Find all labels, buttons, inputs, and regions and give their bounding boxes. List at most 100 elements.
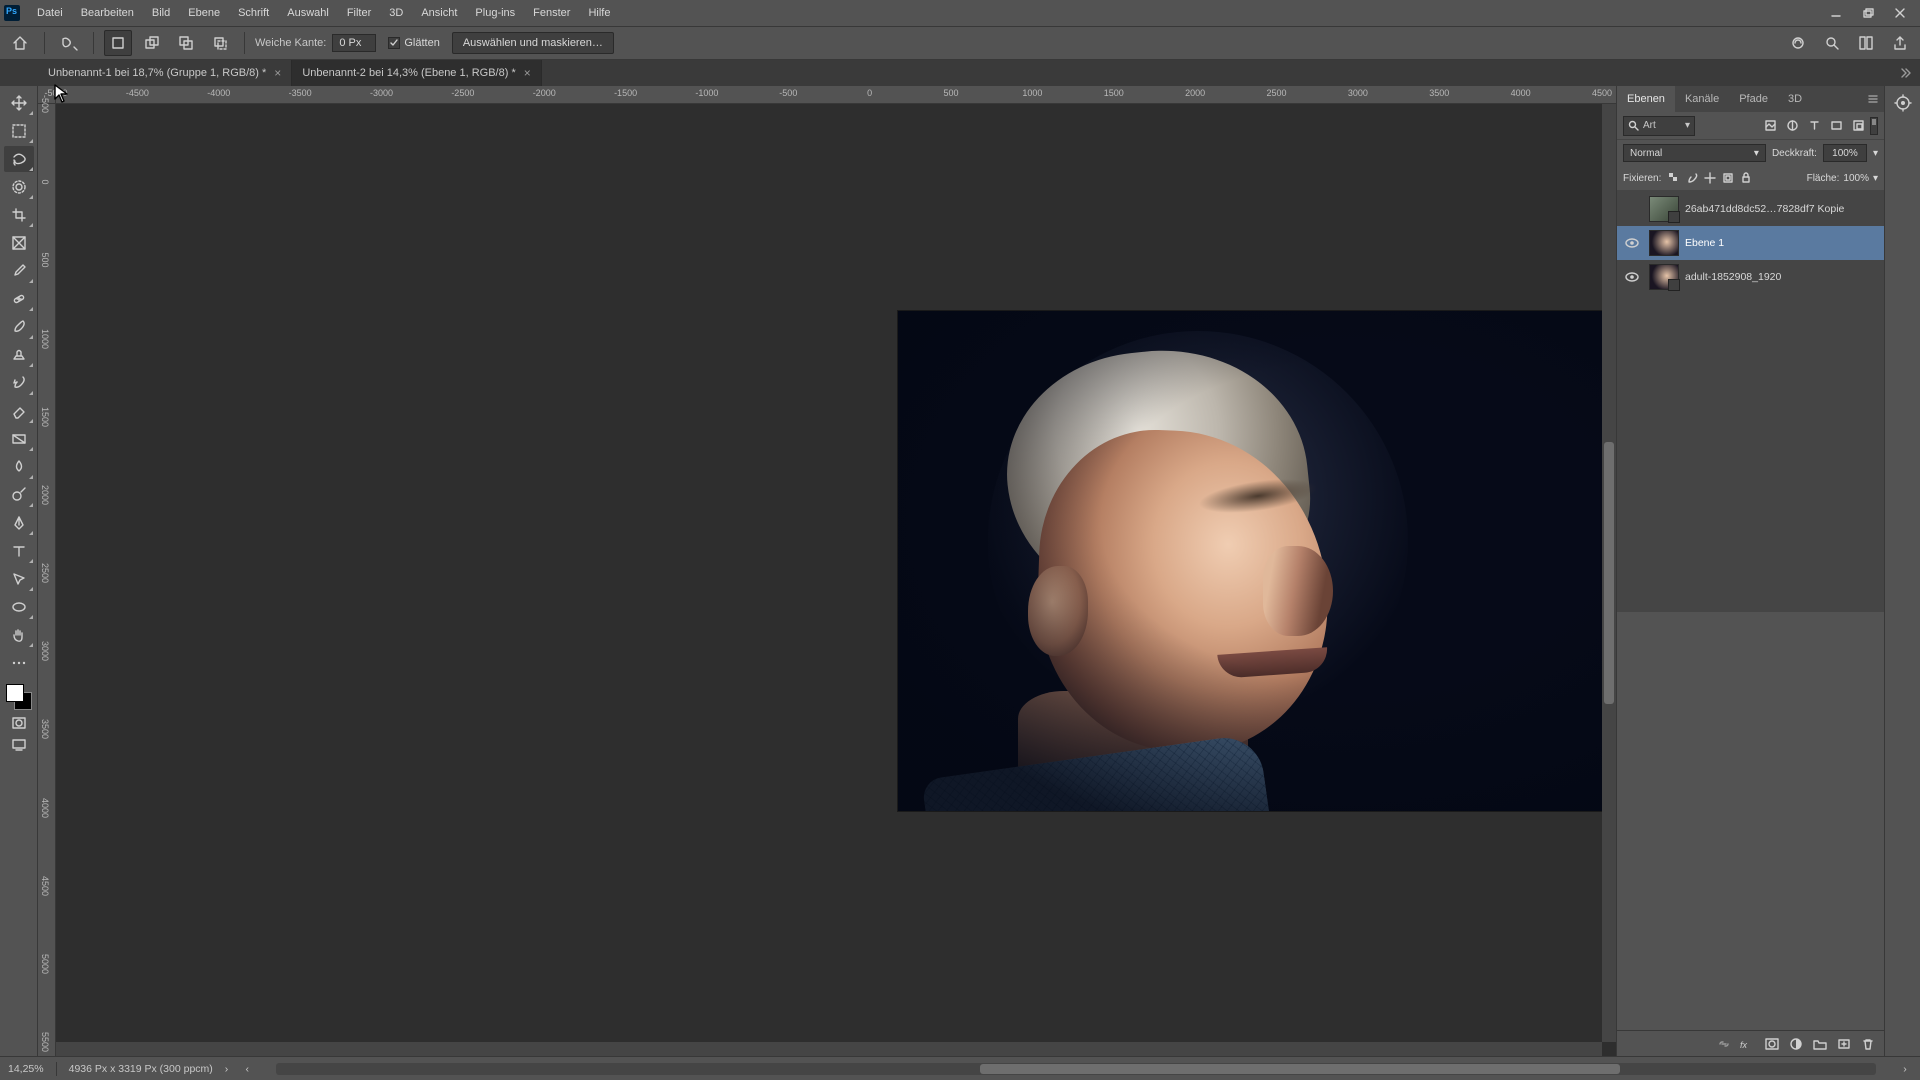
window-minimize-button[interactable] <box>1820 2 1852 24</box>
quick-select-tool[interactable] <box>4 174 34 200</box>
filter-shape-icon[interactable] <box>1826 117 1846 135</box>
marquee-tool[interactable] <box>4 118 34 144</box>
link-layers-icon[interactable] <box>1714 1035 1734 1053</box>
scroll-left-icon[interactable]: ‹ <box>240 1063 254 1075</box>
feather-input[interactable] <box>332 34 376 52</box>
ruler-vertical[interactable]: -500050010001500200025003000350040004500… <box>38 104 56 1056</box>
hand-tool[interactable] <box>4 622 34 648</box>
tab-3d[interactable]: 3D <box>1778 86 1812 112</box>
antialias-checkbox[interactable]: Glätten <box>382 37 445 49</box>
layer-name[interactable]: adult-1852908_1920 <box>1685 271 1781 283</box>
add-mask-icon[interactable] <box>1762 1035 1782 1053</box>
layer-thumbnail[interactable] <box>1649 230 1679 256</box>
layer-thumbnail[interactable] <box>1649 196 1679 222</box>
menu-image[interactable]: Bild <box>143 3 179 23</box>
selection-intersect-button[interactable] <box>206 30 234 56</box>
close-tab-icon[interactable]: × <box>274 66 281 80</box>
clone-stamp-tool[interactable] <box>4 342 34 368</box>
scrollbar-vertical[interactable] <box>1602 104 1616 1042</box>
gradient-tool[interactable] <box>4 426 34 452</box>
layer-fx-icon[interactable]: fx <box>1738 1035 1758 1053</box>
brush-tool[interactable] <box>4 314 34 340</box>
window-close-button[interactable] <box>1884 2 1916 24</box>
new-adjustment-icon[interactable] <box>1786 1035 1806 1053</box>
menu-file[interactable]: Datei <box>28 3 72 23</box>
edit-toolbar-button[interactable] <box>4 650 34 676</box>
lock-position-icon[interactable] <box>1701 170 1719 186</box>
layer-row[interactable]: Ebene 1 <box>1617 226 1884 260</box>
new-layer-icon[interactable] <box>1834 1035 1854 1053</box>
document-tab[interactable]: Unbenannt-2 bei 14,3% (Ebene 1, RGB/8) *… <box>292 60 541 86</box>
menu-window[interactable]: Fenster <box>524 3 579 23</box>
layer-row[interactable]: adult-1852908_1920 <box>1617 260 1884 294</box>
selection-new-button[interactable] <box>104 30 132 56</box>
filter-type-icon[interactable] <box>1804 117 1824 135</box>
eyedropper-tool[interactable] <box>4 258 34 284</box>
scrollbar-horizontal[interactable] <box>276 1063 1876 1075</box>
healing-tool[interactable] <box>4 286 34 312</box>
screen-mode-button[interactable] <box>4 734 34 756</box>
layer-visibility-toggle[interactable] <box>1621 271 1643 283</box>
crop-tool[interactable] <box>4 202 34 228</box>
menu-view[interactable]: Ansicht <box>412 3 466 23</box>
blur-tool[interactable] <box>4 454 34 480</box>
menu-type[interactable]: Schrift <box>229 3 278 23</box>
zoom-value[interactable]: 14,25% <box>8 1063 44 1075</box>
menu-select[interactable]: Auswahl <box>278 3 338 23</box>
menu-plugins[interactable]: Plug-ins <box>466 3 524 23</box>
color-swatches[interactable] <box>4 682 34 712</box>
menu-3d[interactable]: 3D <box>380 3 412 23</box>
path-select-tool[interactable] <box>4 566 34 592</box>
opacity-input[interactable]: 100% <box>1823 144 1867 162</box>
menu-edit[interactable]: Bearbeiten <box>72 3 143 23</box>
canvas-stage[interactable] <box>56 104 1602 1042</box>
lock-transparency-icon[interactable] <box>1665 170 1683 186</box>
tab-paths[interactable]: Pfade <box>1729 86 1778 112</box>
scroll-right-icon[interactable]: › <box>1898 1063 1912 1075</box>
shape-tool[interactable] <box>4 594 34 620</box>
lasso-tool[interactable] <box>4 146 34 172</box>
lock-pixels-icon[interactable] <box>1683 170 1701 186</box>
layer-row[interactable]: 26ab471dd8dc52…7828df7 Kopie <box>1617 192 1884 226</box>
collapsed-panel-icon[interactable] <box>1894 94 1912 115</box>
arrange-documents-button[interactable] <box>1852 30 1880 56</box>
filter-toggle[interactable] <box>1870 117 1878 135</box>
tab-layers[interactable]: Ebenen <box>1617 86 1675 112</box>
lock-artboard-icon[interactable] <box>1719 170 1737 186</box>
menu-filter[interactable]: Filter <box>338 3 380 23</box>
share-button[interactable] <box>1886 30 1914 56</box>
fill-input[interactable]: 100% <box>1843 173 1869 184</box>
new-group-icon[interactable] <box>1810 1035 1830 1053</box>
doc-info-chevron-icon[interactable]: › <box>225 1063 229 1075</box>
layer-name[interactable]: Ebene 1 <box>1685 237 1724 249</box>
dodge-tool[interactable] <box>4 482 34 508</box>
selection-subtract-button[interactable] <box>172 30 200 56</box>
close-tab-icon[interactable]: × <box>524 66 531 80</box>
blend-mode-select[interactable]: Normal ▾ <box>1623 144 1766 162</box>
select-and-mask-button[interactable]: Auswählen und maskieren… <box>452 32 614 54</box>
filter-pixel-icon[interactable] <box>1760 117 1780 135</box>
filter-smart-icon[interactable] <box>1848 117 1868 135</box>
menu-layer[interactable]: Ebene <box>179 3 229 23</box>
panel-flyout-button[interactable] <box>1862 86 1884 112</box>
history-brush-tool[interactable] <box>4 370 34 396</box>
layer-name[interactable]: 26ab471dd8dc52…7828df7 Kopie <box>1685 203 1844 215</box>
layer-visibility-toggle[interactable] <box>1621 237 1643 249</box>
frame-tool[interactable] <box>4 230 34 256</box>
home-button[interactable] <box>6 30 34 56</box>
tab-channels[interactable]: Kanäle <box>1675 86 1729 112</box>
chevrons-icon[interactable] <box>1898 66 1912 80</box>
quick-mask-button[interactable] <box>4 712 34 734</box>
pen-tool[interactable] <box>4 510 34 536</box>
document-tab[interactable]: Unbenannt-1 bei 18,7% (Gruppe 1, RGB/8) … <box>38 60 292 86</box>
menu-help[interactable]: Hilfe <box>579 3 619 23</box>
canvas-area[interactable]: -5000-4500-4000-3500-3000-2500-2000-1500… <box>38 86 1616 1056</box>
tool-preset-button[interactable] <box>55 30 83 56</box>
delete-layer-icon[interactable] <box>1858 1035 1878 1053</box>
lock-all-icon[interactable] <box>1737 170 1755 186</box>
document-image[interactable] <box>898 311 1608 811</box>
move-tool[interactable] <box>4 90 34 116</box>
layer-thumbnail[interactable] <box>1649 264 1679 290</box>
foreground-color-swatch[interactable] <box>6 684 24 702</box>
cloud-docs-button[interactable] <box>1784 30 1812 56</box>
